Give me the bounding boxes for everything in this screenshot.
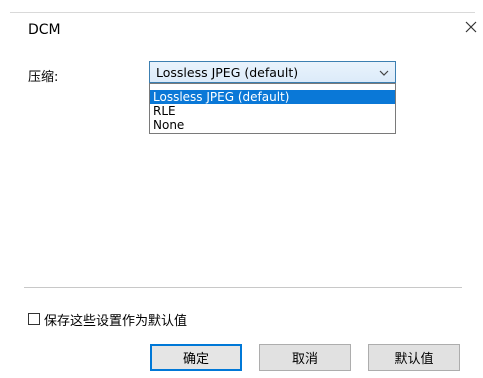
ok-button[interactable]: 确定: [150, 344, 242, 371]
compression-option-lossless-jpeg[interactable]: Lossless JPEG (default): [150, 90, 395, 104]
compression-selected-value: Lossless JPEG (default): [156, 65, 299, 80]
close-button[interactable]: [460, 16, 482, 38]
cancel-button[interactable]: 取消: [259, 344, 351, 371]
close-icon: [465, 21, 477, 33]
default-button[interactable]: 默认值: [368, 344, 460, 371]
compression-dropdown[interactable]: Lossless JPEG (default): [149, 61, 396, 83]
compression-option-none[interactable]: None: [150, 118, 395, 132]
compression-label: 压缩:: [28, 70, 59, 85]
compression-options-list: Lossless JPEG (default) RLE None: [149, 83, 396, 134]
window-title: DCM: [28, 22, 61, 38]
compression-option-rle[interactable]: RLE: [150, 104, 395, 118]
divider: [24, 287, 462, 288]
save-as-default-label[interactable]: 保存这些设置作为默认值: [44, 310, 187, 329]
save-as-default-checkbox[interactable]: [28, 313, 40, 325]
chevron-down-icon: [379, 70, 389, 76]
window-top-border: [10, 12, 475, 13]
